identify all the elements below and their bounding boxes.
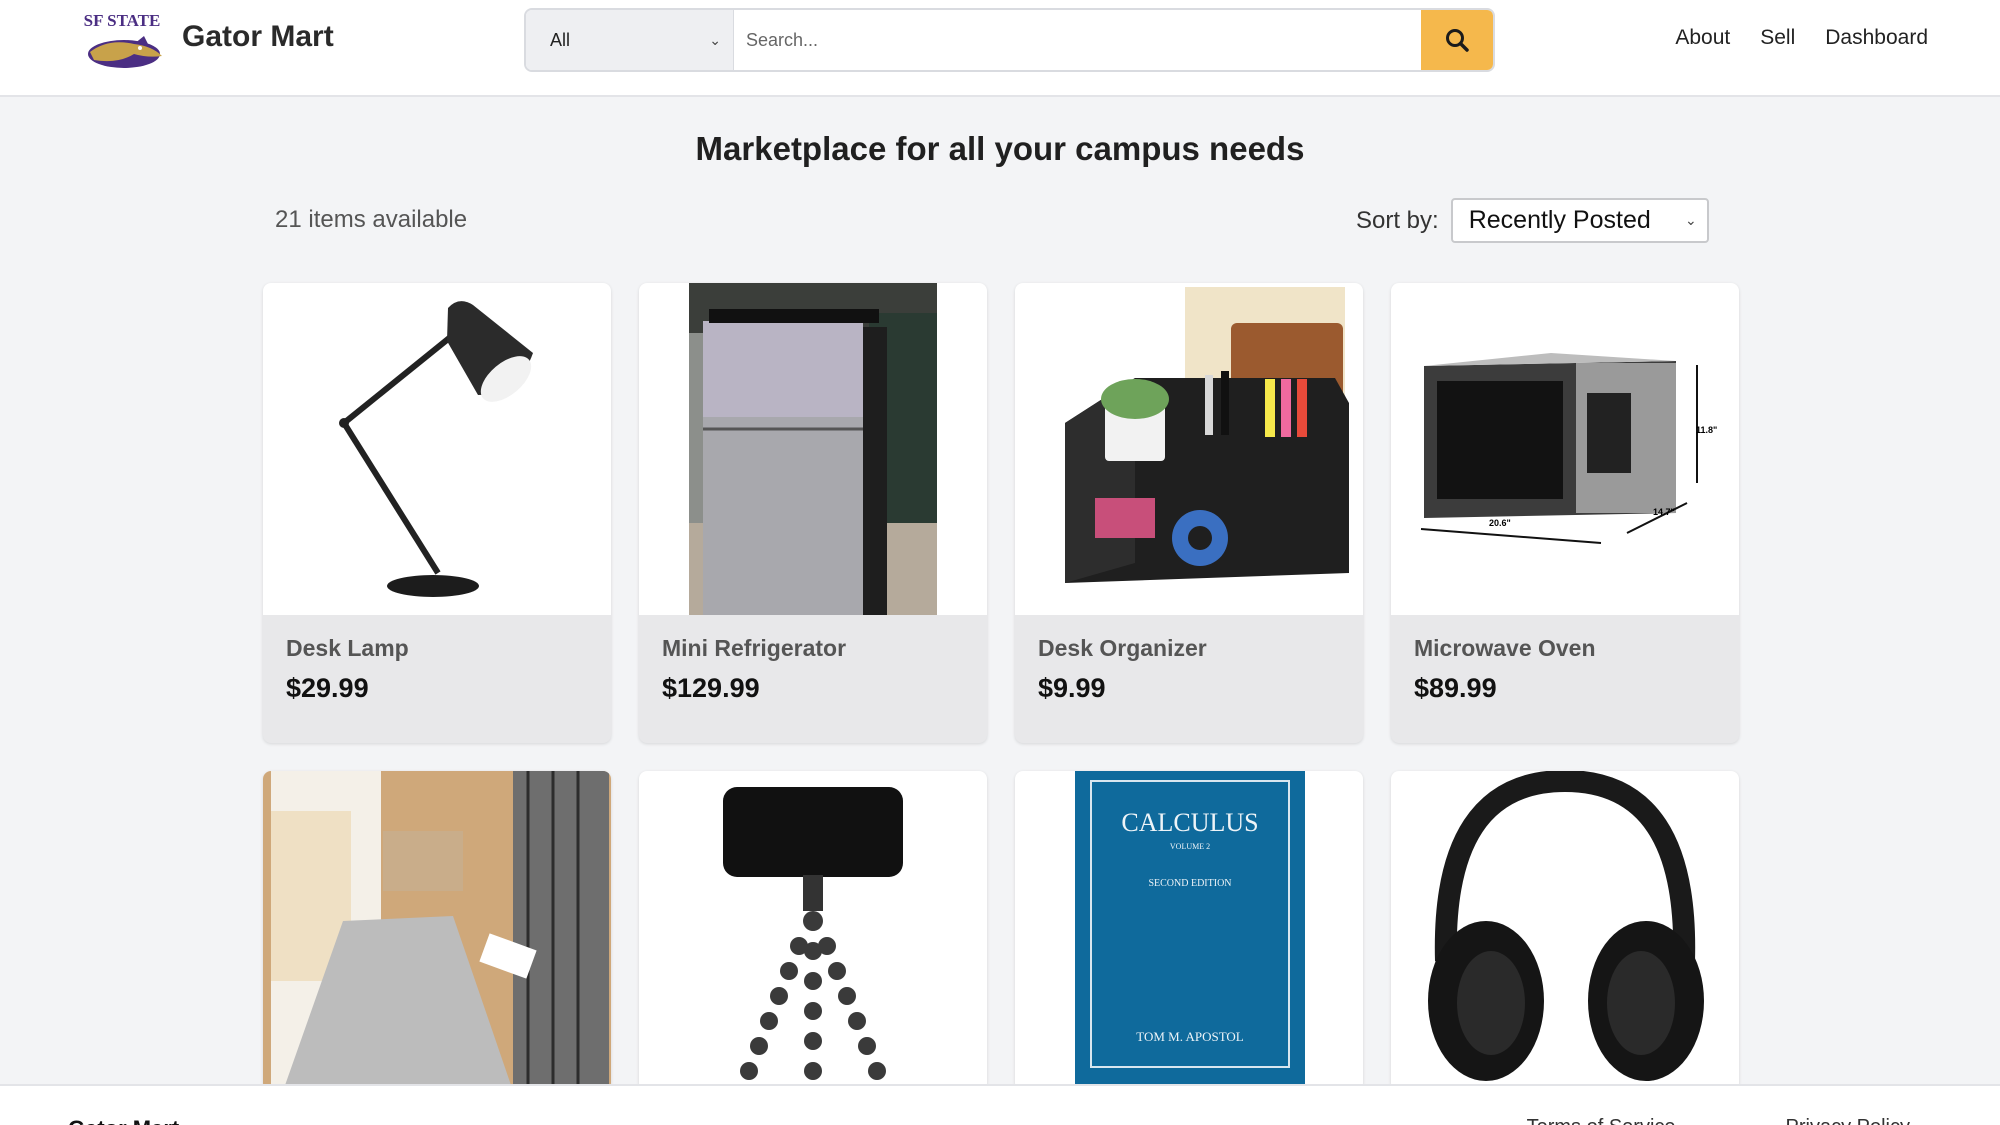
search-bar: All ⌄ bbox=[524, 8, 1495, 72]
calculus-book-image: CALCULUS VOLUME 2 SECOND EDITION TOM M. … bbox=[1075, 771, 1305, 1091]
chevron-down-icon: ⌄ bbox=[709, 31, 721, 48]
listing-price: $89.99 bbox=[1414, 673, 1497, 703]
microwave-image: 11.8" 20.6" 14.7" bbox=[1420, 353, 1717, 544]
brand-name[interactable]: Gator Mart bbox=[182, 20, 334, 54]
search-input[interactable] bbox=[734, 10, 1421, 70]
listing-image[interactable]: CALCULUS VOLUME 2 SECOND EDITION TOM M. … bbox=[1015, 771, 1363, 1091]
category-value: All bbox=[550, 29, 571, 50]
terms-link[interactable]: Terms of Service bbox=[1527, 1116, 1676, 1125]
desk-organizer-image bbox=[1065, 287, 1349, 583]
svg-text:14.7": 14.7" bbox=[1653, 507, 1675, 517]
headphones-image bbox=[1428, 771, 1704, 1081]
svg-text:20.6": 20.6" bbox=[1489, 518, 1511, 528]
category-select[interactable]: All ⌄ bbox=[526, 10, 734, 70]
phone-tripod-image bbox=[723, 787, 903, 1080]
listing-title[interactable]: Desk Lamp bbox=[286, 635, 409, 662]
items-count: 21 items available bbox=[275, 206, 468, 233]
listing-grid: Desk Lamp $29.99 Mini Refrigerator $129.… bbox=[263, 283, 1739, 1091]
listing-price: $9.99 bbox=[1038, 673, 1106, 703]
listing-card[interactable] bbox=[1391, 771, 1739, 1091]
svg-text:TOM M. APOSTOL: TOM M. APOSTOL bbox=[1136, 1029, 1244, 1044]
sort-label: Sort by: bbox=[1356, 206, 1439, 234]
listing-image[interactable] bbox=[1391, 771, 1739, 1091]
chevron-down-icon: ⌄ bbox=[1684, 212, 1697, 228]
svg-text:VOLUME 2: VOLUME 2 bbox=[1170, 842, 1210, 851]
listing-card[interactable]: Desk Organizer $9.99 bbox=[1015, 283, 1363, 743]
listing-card[interactable] bbox=[263, 771, 611, 1091]
svg-text:CALCULUS: CALCULUS bbox=[1121, 808, 1258, 837]
footer-links: Terms of Service Privacy Policy bbox=[1527, 1116, 1910, 1125]
nav-dashboard[interactable]: Dashboard bbox=[1825, 26, 1928, 50]
desk-lamp-image bbox=[339, 301, 533, 597]
top-header: SF STATE Gator Mart All ⌄ About Sell Das… bbox=[0, 0, 2000, 97]
search-icon bbox=[1446, 29, 1469, 52]
mini-fridge-image bbox=[689, 283, 937, 615]
listing-price: $29.99 bbox=[286, 673, 369, 703]
listing-price: $129.99 bbox=[662, 673, 760, 703]
listing-image[interactable] bbox=[263, 283, 611, 615]
listing-image[interactable]: 11.8" 20.6" 14.7" bbox=[1391, 283, 1739, 615]
sf-state-logo[interactable]: SF STATE bbox=[78, 8, 166, 74]
listing-title[interactable]: Mini Refrigerator bbox=[662, 635, 846, 662]
listing-image[interactable] bbox=[263, 771, 611, 1091]
listing-card[interactable]: 11.8" 20.6" 14.7" Microwave Oven $89.99 bbox=[1391, 283, 1739, 743]
nav-about[interactable]: About bbox=[1675, 26, 1730, 50]
listing-card[interactable]: Desk Lamp $29.99 bbox=[263, 283, 611, 743]
svg-text:SF STATE: SF STATE bbox=[84, 11, 161, 30]
listing-card[interactable] bbox=[639, 771, 987, 1091]
listing-card[interactable]: Mini Refrigerator $129.99 bbox=[639, 283, 987, 743]
footer-brand[interactable]: Gator Mart bbox=[68, 1116, 179, 1125]
listing-image[interactable] bbox=[639, 771, 987, 1091]
svg-text:11.8": 11.8" bbox=[1696, 425, 1717, 435]
rug-image bbox=[263, 771, 611, 1091]
sort-select[interactable]: Recently Posted ⌄ bbox=[1450, 198, 1709, 243]
listing-image[interactable] bbox=[1015, 283, 1363, 615]
sort-control: Sort by: Recently Posted ⌄ bbox=[1356, 198, 1709, 243]
privacy-link[interactable]: Privacy Policy bbox=[1786, 1116, 1910, 1125]
top-nav: About Sell Dashboard bbox=[1675, 26, 1928, 50]
page-footer: Gator Mart Terms of Service Privacy Poli… bbox=[0, 1084, 2000, 1125]
sort-value: Recently Posted bbox=[1468, 206, 1651, 234]
listing-title[interactable]: Microwave Oven bbox=[1414, 635, 1596, 662]
listing-image[interactable] bbox=[639, 283, 987, 615]
svg-text:SECOND EDITION: SECOND EDITION bbox=[1148, 878, 1231, 889]
page-headline: Marketplace for all your campus needs bbox=[695, 130, 1305, 167]
nav-sell[interactable]: Sell bbox=[1760, 26, 1795, 50]
search-button[interactable] bbox=[1421, 10, 1493, 70]
listing-card[interactable]: CALCULUS VOLUME 2 SECOND EDITION TOM M. … bbox=[1015, 771, 1363, 1091]
listing-title[interactable]: Desk Organizer bbox=[1038, 635, 1207, 662]
